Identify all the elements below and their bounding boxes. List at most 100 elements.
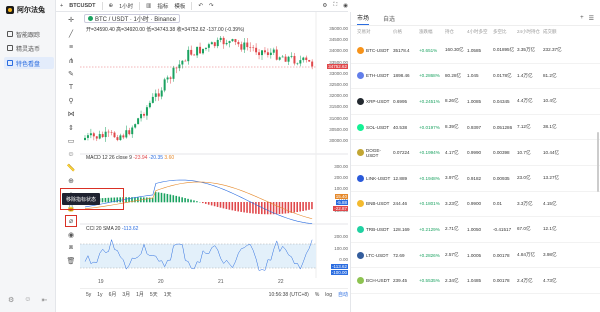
auto-toggle[interactable]: 自动 [338, 291, 348, 298]
cci-legend[interactable]: CCI 20 SMA 20 -113.62 [86, 226, 138, 232]
camera-icon[interactable]: ◉ [343, 3, 348, 9]
brush-icon[interactable]: ✎ [66, 69, 76, 79]
chart-title[interactable]: BTC / USDT · 1小时 · Binance [84, 14, 180, 23]
table-row[interactable]: DOGE-USDT 0.07224 +0.1994% 4.17亿 0.9990 0.003… [351, 140, 600, 166]
chart-type-icon[interactable]: ▥ [146, 3, 151, 9]
indicators-button[interactable]: 指标 [157, 2, 168, 10]
collapse-icon[interactable]: ⇤ [41, 296, 47, 304]
ratio-cell: 0.04345 [493, 98, 510, 104]
price-cell: 0.07224 [393, 150, 410, 156]
nav-item-chart-view[interactable]: 特色看盘 [4, 57, 54, 69]
candle-body [249, 47, 252, 48]
macd-bar [255, 202, 257, 214]
range-5y[interactable]: 5y [86, 292, 91, 298]
oi-cell: 2.34亿 [445, 277, 459, 283]
text-icon[interactable]: T [66, 82, 76, 92]
trendline-icon[interactable]: ╱ [66, 29, 76, 39]
log-toggle[interactable]: log [325, 292, 332, 298]
candle-body [240, 44, 243, 50]
candle-body [95, 136, 98, 139]
compare-icon[interactable]: ⊕ [109, 3, 114, 9]
candle-body [302, 57, 305, 61]
nav-item-coin-pick[interactable]: 精灵选币 [4, 42, 54, 54]
range-3m[interactable]: 3月 [122, 291, 130, 298]
candle-body [196, 46, 199, 56]
price-chart[interactable]: BTC / USDT · 1小时 · Binance 开=34590.40 高=… [60, 12, 348, 300]
trash-icon[interactable]: 🗑 [66, 256, 76, 266]
settings-icon[interactable]: ⚙ [8, 296, 14, 304]
ratio-cell: 0.01895亿 [493, 47, 515, 53]
redo-icon[interactable]: ↷ [209, 3, 214, 9]
col-header[interactable]: 涨跌幅 [419, 29, 445, 35]
table-row[interactable]: ETH-USDT 1898.46 +0.2868% 80.28亿 1.045 0.0178… [351, 64, 600, 90]
measure-icon[interactable]: ⇕ [66, 123, 76, 133]
range-1y[interactable]: 1y [97, 292, 102, 298]
macd-legend[interactable]: MACD 12 26 close 9 -23.94 -20.35 3.60 [86, 155, 174, 161]
remove-indicators-icon[interactable]: ⌀ [65, 215, 77, 228]
price-tick: 34500.00 [329, 37, 348, 43]
col-header[interactable]: 24小时持仓 [517, 29, 543, 35]
col-header[interactable]: 价格 [393, 29, 419, 35]
crosshair-icon[interactable]: ✛ [66, 15, 76, 25]
col-header[interactable]: 成交额 [543, 29, 569, 35]
range-1d[interactable]: 1天 [164, 291, 172, 298]
chg-cell: +0.2826% [419, 252, 440, 258]
range-6m[interactable]: 6月 [109, 291, 117, 298]
oi24-cell: 3.3万亿 [517, 200, 533, 206]
price-cell: 40.538 [393, 124, 408, 130]
table-row[interactable]: LTC-USDT 72.69 +0.2826% 2.57亿 1.0005 0.00178 4… [351, 243, 600, 269]
market-scrollbar[interactable] [597, 132, 599, 192]
col-header[interactable]: 多空比 [493, 29, 517, 35]
undo-icon[interactable]: ↶ [198, 3, 203, 9]
symbol-selector[interactable]: BTCUSDT [69, 3, 95, 9]
macd-bar [263, 202, 266, 215]
table-row[interactable]: TRB-USDT 128.169 +0.2129% 2.71亿 1.0050 -0.415… [351, 217, 600, 243]
nav-item-smart-track[interactable]: 智能跟踪 [4, 28, 54, 40]
add-icon[interactable]: + [580, 15, 584, 22]
col-header[interactable]: 交易对 [357, 29, 393, 35]
fib-icon[interactable]: ⋔ [66, 56, 76, 66]
ruler-icon[interactable]: 📏 [66, 163, 76, 173]
percent-toggle[interactable]: % [315, 292, 319, 298]
zoom-in-icon[interactable]: ⊕ [66, 176, 76, 186]
horizontal-line-icon[interactable]: ≡ [66, 42, 76, 52]
tab-watchlist[interactable]: 自选 [383, 14, 395, 23]
visibility-icon[interactable]: ⧈ [66, 243, 76, 253]
shape-icon[interactable]: ▭ [66, 136, 76, 146]
projection-icon[interactable]: ⋈ [66, 109, 76, 119]
col-header[interactable]: 4小时多空 [467, 29, 493, 35]
col-header[interactable]: 持仓 [445, 29, 467, 35]
chart-canvas[interactable] [80, 12, 348, 278]
price-cell: 128.169 [393, 226, 410, 232]
range-1m[interactable]: 1月 [136, 291, 144, 298]
table-row[interactable]: BCH-USDT 239.45 +0.5535% 2.34亿 1.0485 0.00178… [351, 268, 600, 294]
logo-text: 阿尔法兔 [17, 7, 45, 14]
settings-icon[interactable]: ⚙ [322, 3, 327, 9]
table-row[interactable]: BTC-USDT 35178.4 +0.651% 160.30亿 1.0585 0.018… [351, 38, 600, 64]
pattern-icon[interactable]: ⚲ [66, 96, 76, 106]
price-tick: 35000.00 [329, 26, 348, 31]
table-row[interactable]: XRP-USDT 0.6995 +0.2451% 8.26亿 1.0085 0.04345… [351, 89, 600, 115]
table-row[interactable]: SOL-USDT 40.538 +0.0197% 8.39亿 0.9397 0.05128… [351, 115, 600, 141]
table-row[interactable]: BNB-USDT 244.46 +0.1801% 3.23亿 0.9900 0.01 3.3… [351, 192, 600, 218]
app-logo[interactable]: 阿尔法兔 [6, 4, 45, 16]
oi-cell: 2.57亿 [445, 252, 459, 258]
candle-body [222, 37, 225, 45]
hide-icon[interactable]: ◉ [66, 230, 76, 240]
list-icon[interactable]: ☰ [589, 15, 594, 22]
tab-market[interactable]: 市场 [357, 13, 370, 25]
icon-tool-icon[interactable]: ☺ [66, 149, 76, 159]
interval-selector[interactable]: 1小时 [119, 2, 133, 10]
template-button[interactable]: 模板 [174, 2, 185, 10]
table-row[interactable]: LINK-USDT 12.889 +0.1948% 3.97亿 0.9182 0.0093… [351, 166, 600, 192]
user-icon[interactable]: ☺ [24, 296, 31, 304]
range-5d[interactable]: 5天 [150, 291, 158, 298]
pair-cell: XRP-USDT [357, 97, 393, 105]
candle-body [137, 118, 140, 125]
cci-value: -113.62 [121, 226, 139, 232]
macd-bar [193, 200, 195, 203]
add-symbol-icon[interactable]: + [60, 3, 63, 9]
time-axis[interactable]: 19 20 21 22 [80, 278, 348, 288]
fullscreen-icon[interactable]: ⛶ [333, 2, 337, 9]
macd-tick: 200.00 [334, 175, 348, 180]
